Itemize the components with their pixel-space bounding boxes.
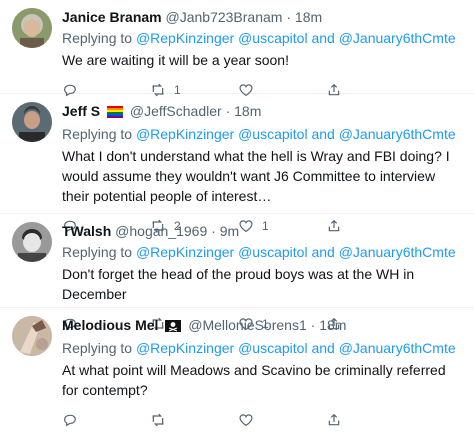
separator-dot: · xyxy=(211,223,216,239)
tweet-actions xyxy=(62,404,422,436)
tweet[interactable]: Janice Branam @Janb723Branam · 18m Reply… xyxy=(0,0,474,97)
replying-prefix: Replying to xyxy=(62,126,133,142)
separator-dot: · xyxy=(286,9,292,25)
display-name[interactable]: Jeff S xyxy=(62,103,100,119)
avatar[interactable] xyxy=(12,222,52,262)
replying-prefix: Replying to xyxy=(62,30,133,46)
user-handle[interactable]: @hogan_1969 xyxy=(115,223,207,239)
avatar[interactable] xyxy=(12,8,52,48)
tweet[interactable]: TWalsh @hogan_1969 · 9m Replying to @Rep… xyxy=(0,214,474,331)
mention-link[interactable]: @RepKinzinger xyxy=(136,30,234,46)
reply-icon xyxy=(64,414,76,427)
mention-link[interactable]: @uscapitol xyxy=(238,244,307,260)
replying-to: Replying to @RepKinzinger @uscapitol and… xyxy=(62,29,462,48)
replying-prefix: Replying to xyxy=(62,340,133,356)
timestamp[interactable]: 9m xyxy=(220,223,239,239)
mention-link[interactable]: @RepKinzinger xyxy=(136,126,234,142)
reply-button[interactable] xyxy=(62,412,150,428)
tweet-header: Jeff S @JeffSchadler · 18m xyxy=(62,102,462,122)
and-word: and xyxy=(311,30,335,46)
tweet-text: At what point will Meadows and Scavino b… xyxy=(62,362,446,398)
and-word: and xyxy=(311,126,335,142)
tweet[interactable]: Jeff S @JeffSchadler · 18m Replying to @… xyxy=(0,94,474,233)
replying-to: Replying to @RepKinzinger @uscapitol and… xyxy=(62,243,462,262)
mention-link[interactable]: @January6thCmte xyxy=(339,244,456,260)
pirate-flag-icon xyxy=(165,318,182,336)
tweet-text: What I don't understand what the hell is… xyxy=(62,148,450,204)
tweet-header: TWalsh @hogan_1969 · 9m xyxy=(62,222,462,240)
user-handle[interactable]: @MellonieSorens1 xyxy=(188,317,307,333)
replying-prefix: Replying to xyxy=(62,244,133,260)
mention-link[interactable]: @January6thCmte xyxy=(339,340,456,356)
display-name[interactable]: Janice Branam xyxy=(62,9,162,25)
rainbow-flag-icon xyxy=(107,104,124,122)
retweet-icon xyxy=(152,413,164,427)
mention-link[interactable]: @uscapitol xyxy=(238,30,307,46)
tweet-header: Janice Branam @Janb723Branam · 18m xyxy=(62,8,462,26)
mention-link[interactable]: @January6thCmte xyxy=(339,126,456,142)
tweet-text: Don't forget the head of the proud boys … xyxy=(62,266,415,302)
tweet-header: Melodious Mel @MellonieSorens1 · 18m xyxy=(62,316,462,336)
share-button[interactable] xyxy=(326,412,414,428)
mention-link[interactable]: @RepKinzinger xyxy=(136,244,234,260)
timestamp[interactable]: 18m xyxy=(234,103,261,119)
timestamp[interactable]: 18m xyxy=(295,9,322,25)
and-word: and xyxy=(311,340,335,356)
display-name[interactable]: Melodious Mel xyxy=(62,317,158,333)
mention-link[interactable]: @uscapitol xyxy=(238,340,307,356)
timestamp[interactable]: 18m xyxy=(319,317,346,333)
like-button[interactable] xyxy=(238,412,326,428)
mention-link[interactable]: @January6thCmte xyxy=(339,30,456,46)
and-word: and xyxy=(311,244,335,260)
avatar[interactable] xyxy=(12,316,52,356)
separator-dot: · xyxy=(310,317,316,333)
user-handle[interactable]: @JeffSchadler xyxy=(130,103,222,119)
replying-to: Replying to @RepKinzinger @uscapitol and… xyxy=(62,125,462,144)
share-icon xyxy=(328,413,340,426)
retweet-button[interactable] xyxy=(150,412,238,428)
tweet[interactable]: Melodious Mel @MellonieSorens1 · 18m Rep… xyxy=(0,308,474,427)
tweet-text: We are waiting it will be a year soon! xyxy=(62,52,289,68)
user-handle[interactable]: @Janb723Branam xyxy=(166,9,283,25)
display-name[interactable]: TWalsh xyxy=(62,223,111,239)
separator-dot: · xyxy=(225,103,231,119)
mention-link[interactable]: @RepKinzinger xyxy=(136,340,234,356)
avatar[interactable] xyxy=(12,102,52,142)
mention-link[interactable]: @uscapitol xyxy=(238,126,307,142)
heart-icon xyxy=(239,414,253,427)
replying-to: Replying to @RepKinzinger @uscapitol and… xyxy=(62,339,462,358)
